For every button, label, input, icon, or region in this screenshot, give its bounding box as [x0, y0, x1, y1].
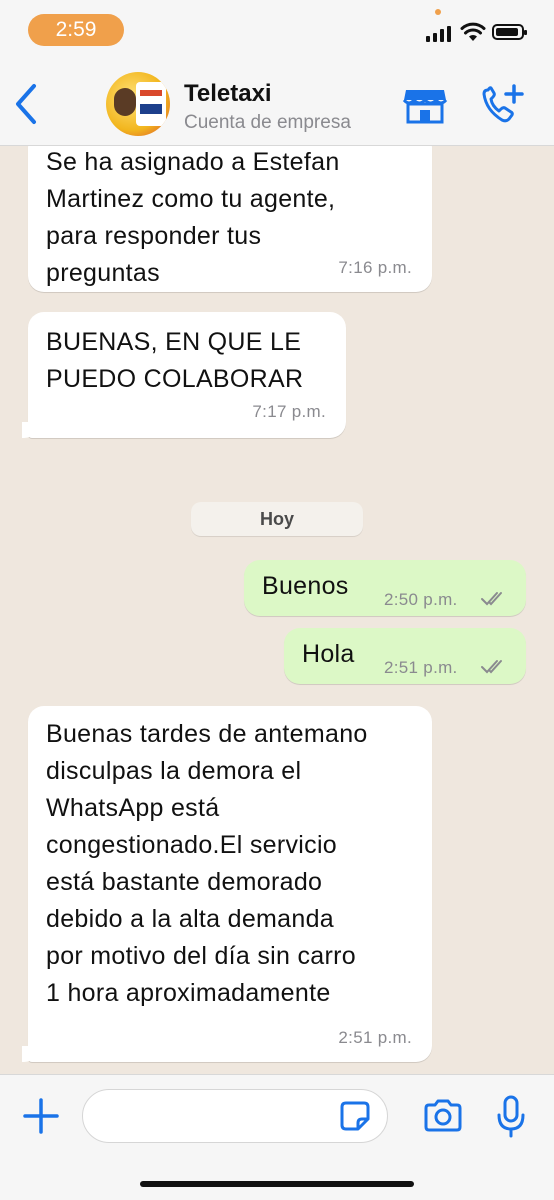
message-incoming[interactable]: BUENAS, EN QUE LE PUEDO COLABORAR 7:17 p… — [22, 312, 346, 438]
message-outgoing[interactable]: Buenos 2:50 p.m. — [244, 560, 526, 616]
message-text: Buenas tardes de antemano disculpas la d… — [46, 720, 368, 1007]
contact-name[interactable]: Teletaxi — [184, 80, 272, 108]
privacy-indicator-dot — [435, 9, 441, 15]
chevron-left-icon[interactable] — [12, 82, 42, 126]
avatar[interactable] — [106, 72, 170, 136]
message-time: 7:17 p.m. — [252, 402, 326, 421]
cellular-signal-icon — [426, 26, 451, 42]
home-indicator — [140, 1181, 414, 1187]
battery-icon — [492, 24, 527, 40]
message-outgoing[interactable]: Hola 2:51 p.m. — [284, 628, 526, 684]
input-bar — [0, 1074, 554, 1200]
message-incoming[interactable]: Buenas tardes de antemano disculpas la d… — [22, 706, 432, 1062]
message-time: 7:16 p.m. — [338, 258, 412, 277]
day-separator: Hoy — [191, 502, 363, 536]
message-time: 2:50 p.m. — [384, 590, 458, 609]
message-incoming[interactable]: Se ha asignado a Estefan Martinez como t… — [28, 146, 432, 292]
message-text: BUENAS, EN QUE LE PUEDO COLABORAR — [46, 328, 304, 393]
plus-icon[interactable] — [22, 1097, 60, 1135]
message-text: Se ha asignado a Estefan Martinez como t… — [46, 148, 340, 287]
bubble-tail — [22, 1046, 40, 1062]
status-time: 2:59 — [28, 14, 124, 46]
message-time: 2:51 p.m. — [338, 1028, 412, 1047]
read-receipt-icon — [481, 592, 502, 606]
message-text: Buenos — [262, 572, 349, 600]
message-time: 2:51 p.m. — [384, 658, 458, 677]
message-text: Hola — [302, 640, 355, 668]
sticker-icon[interactable] — [338, 1099, 372, 1133]
store-icon[interactable] — [402, 86, 448, 124]
chat-area[interactable]: Se ha asignado a Estefan Martinez como t… — [0, 146, 554, 1074]
chat-header: Teletaxi Cuenta de empresa — [0, 62, 554, 146]
contact-subtitle: Cuenta de empresa — [184, 112, 351, 133]
wifi-icon — [460, 22, 486, 41]
bubble-tail — [22, 422, 40, 438]
camera-icon[interactable] — [422, 1099, 464, 1133]
add-call-icon[interactable] — [480, 84, 524, 124]
mic-icon[interactable] — [496, 1095, 526, 1139]
status-bar: 2:59 — [0, 0, 554, 62]
read-receipt-icon — [481, 660, 502, 674]
